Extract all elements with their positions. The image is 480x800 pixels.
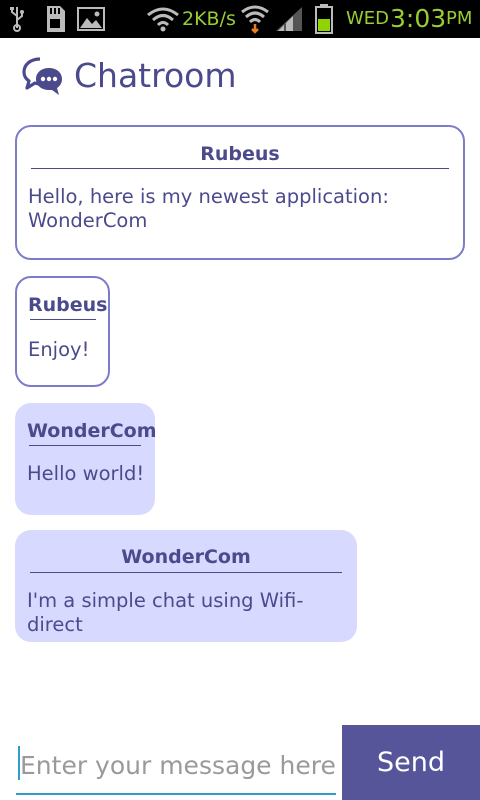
status-time: 3:03 — [390, 4, 447, 33]
chat-bubbles-icon — [22, 56, 64, 98]
message-bubble: WonderCom I'm a simple chat using Wifi-d… — [15, 530, 357, 642]
message-bubble: Rubeus Hello, here is my newest applicat… — [15, 125, 465, 260]
wifi-speed: 2KB/s — [182, 8, 236, 30]
message-divider — [29, 445, 141, 446]
page-title: Chatroom — [74, 56, 237, 95]
message-text: Hello, here is my newest application: Wo… — [28, 185, 389, 232]
message-author: Rubeus — [200, 143, 280, 165]
message-text: I'm a simple chat using Wifi-direct — [27, 589, 304, 636]
message-author: WonderCom — [121, 546, 251, 568]
message-bubble: Rubeus Enjoy! — [15, 276, 110, 387]
message-bubble: WonderCom Hello world! — [15, 403, 157, 515]
sd-card-icon — [42, 0, 68, 38]
send-button[interactable]: Send — [342, 725, 480, 800]
usb-icon — [6, 0, 28, 38]
message-divider — [31, 168, 449, 169]
status-bar: 2KB/s WED 3:03 PM — [0, 0, 480, 38]
image-icon — [76, 0, 106, 38]
status-ampm: PM — [446, 8, 473, 29]
message-input[interactable] — [16, 737, 336, 795]
text-cursor — [18, 746, 20, 780]
action-bar — [0, 38, 480, 114]
message-text: Enjoy! — [28, 338, 90, 361]
cell-signal-icon — [274, 0, 304, 38]
message-text: Hello world! — [27, 462, 145, 485]
message-author: WonderCom — [27, 420, 157, 442]
message-divider — [30, 319, 96, 320]
message-divider — [30, 572, 342, 573]
wifi-signal-icon — [240, 0, 270, 38]
message-author: Rubeus — [28, 294, 108, 316]
status-day: WED — [346, 8, 390, 29]
wifi-icon — [146, 0, 180, 38]
battery-icon — [313, 0, 335, 38]
